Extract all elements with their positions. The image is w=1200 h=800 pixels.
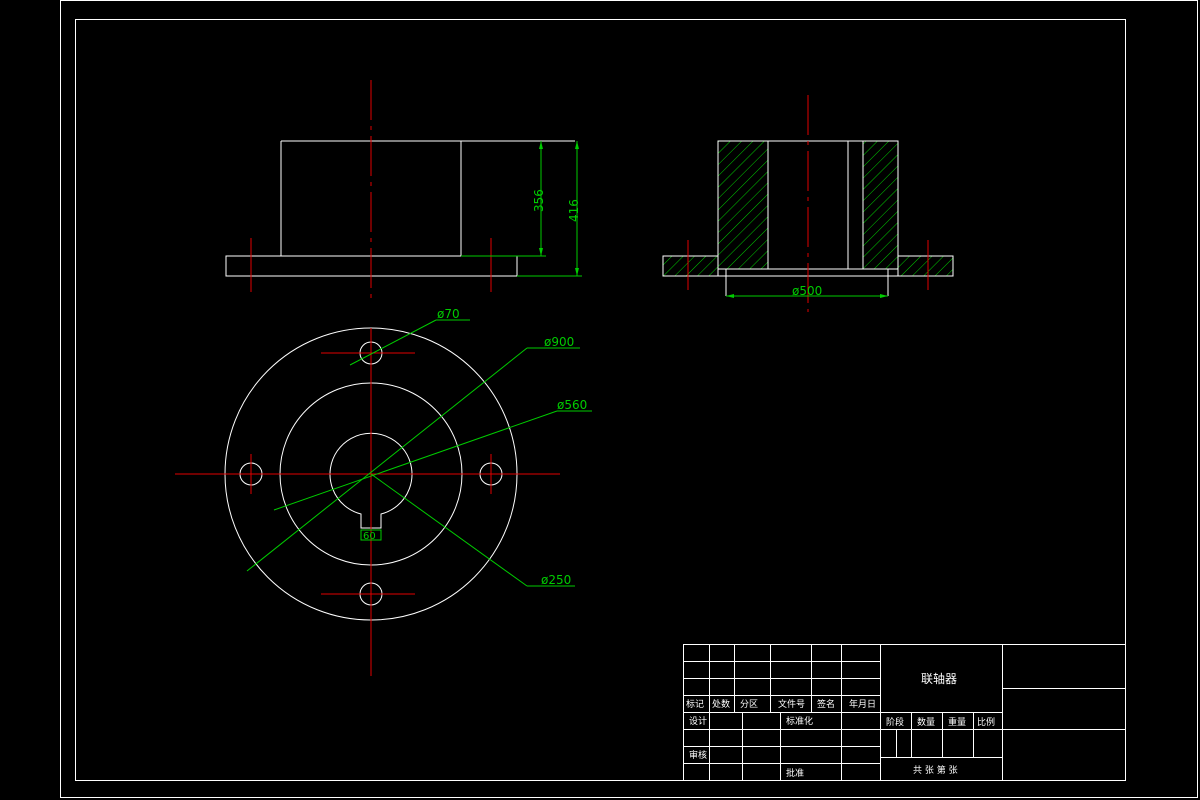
tb-count: 处数	[712, 698, 730, 710]
left-hatch	[717, 140, 769, 270]
dim-bore-dia: ø500	[792, 284, 822, 298]
tb-doc-no: 文件号	[778, 698, 805, 710]
dim-outer-dia: ø900	[544, 335, 574, 349]
tb-stage: 阶段	[886, 716, 904, 728]
title-part-name: 联轴器	[921, 671, 957, 686]
tb-quantity: 数量	[917, 716, 935, 728]
tb-standardize: 标准化	[786, 715, 813, 727]
tb-marks: 标记	[686, 698, 704, 710]
tb-weight: 重量	[948, 716, 966, 728]
tb-design: 设计	[689, 715, 707, 727]
front-view: 356 416	[225, 80, 582, 300]
outer-border	[60, 0, 1198, 798]
title-block: 联轴器 标记 处数 分区 文件号 签名 年月日 设计 标准化 审核 批准 阶段 …	[683, 644, 1126, 781]
tb-sheets: 共 张 第 张	[913, 764, 958, 776]
dim-hub-dia: ø250	[541, 573, 571, 587]
tb-review: 审核	[689, 749, 707, 761]
dim-hole-dia: ø70	[437, 307, 460, 321]
right-hatch	[862, 140, 899, 270]
inner-border	[75, 19, 1126, 781]
tb-date: 年月日	[849, 698, 876, 710]
tb-approve: 批准	[786, 767, 804, 779]
dim-height-total: 416	[567, 199, 581, 222]
dim-key-width: 60	[363, 531, 376, 542]
cad-drawing: 356 416 ø500 ø70 ø900 ø560 ø250 60 联轴器 标…	[60, 0, 1198, 798]
top-view: ø70 ø900 ø560 ø250 60	[175, 307, 592, 676]
section-view: ø500	[662, 95, 954, 312]
tb-zone: 分区	[740, 699, 758, 710]
tb-signature: 签名	[817, 698, 835, 710]
dim-bolt-circle: ø560	[557, 398, 587, 412]
tb-scale: 比例	[977, 716, 995, 728]
dim-height-inner: 356	[532, 189, 546, 212]
